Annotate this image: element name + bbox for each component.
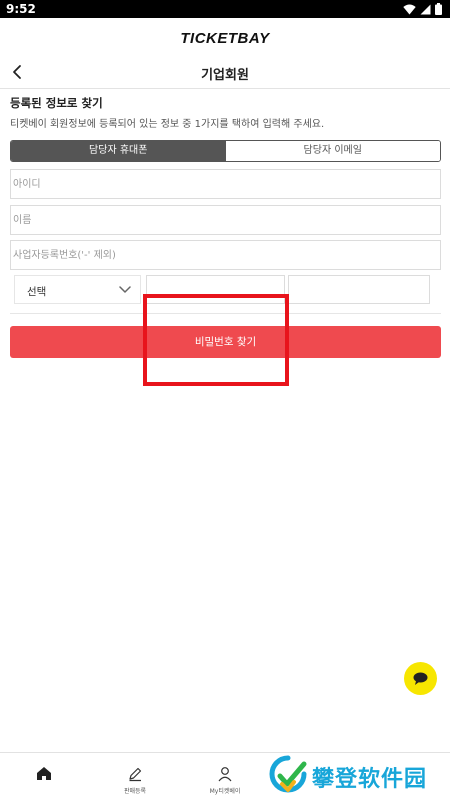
watermark-text: 攀登软件园 bbox=[312, 767, 428, 792]
phone-middle-input[interactable] bbox=[147, 276, 284, 303]
signal-icon bbox=[420, 4, 431, 14]
page-title: 기업회원 bbox=[201, 68, 249, 83]
status-time: 9:52 bbox=[6, 2, 36, 16]
watermark-logo-icon bbox=[269, 755, 307, 793]
ticketbay-logo[interactable]: TICKETBAY bbox=[0, 30, 450, 47]
watermark: 攀登软件园 bbox=[262, 752, 450, 800]
business-number-input[interactable] bbox=[11, 241, 440, 269]
name-field-wrapper bbox=[10, 205, 441, 235]
nav-sell-register[interactable]: 판매등록 bbox=[105, 753, 165, 800]
nav-label: 판매등록 bbox=[123, 788, 147, 795]
phone-last-field bbox=[288, 275, 430, 304]
title-bar: 기업회원 bbox=[0, 60, 450, 86]
status-bar: 9:52 bbox=[0, 0, 450, 18]
phone-last-input[interactable] bbox=[289, 276, 429, 303]
id-input[interactable] bbox=[11, 170, 440, 198]
chat-button[interactable] bbox=[404, 662, 437, 695]
phone-prefix-value: 선택 bbox=[27, 286, 47, 298]
user-icon bbox=[218, 767, 232, 782]
section-description: 티켓베이 회원정보에 등록되어 있는 정보 중 1가지를 택하여 입력해 주세요… bbox=[10, 119, 325, 130]
tab-manager-email[interactable]: 담당자 이메일 bbox=[225, 141, 440, 161]
business-number-field-wrapper bbox=[10, 240, 441, 270]
name-input[interactable] bbox=[11, 206, 440, 234]
chevron-down-icon bbox=[119, 286, 131, 293]
pencil-icon bbox=[129, 767, 142, 782]
home-icon bbox=[37, 767, 51, 780]
status-icons bbox=[403, 3, 442, 15]
divider bbox=[10, 313, 441, 314]
battery-icon bbox=[435, 3, 442, 15]
section-heading: 등록된 정보로 찾기 bbox=[10, 96, 103, 110]
search-method-tabs: 담당자 휴대폰 담당자 이메일 bbox=[10, 140, 441, 162]
divider bbox=[0, 88, 450, 89]
chat-bubble-icon bbox=[413, 672, 428, 685]
nav-my-ticketbay[interactable]: My티켓베이 bbox=[195, 753, 255, 800]
nav-home[interactable] bbox=[20, 753, 68, 800]
phone-middle-field bbox=[146, 275, 285, 304]
phone-prefix-select[interactable]: 선택 bbox=[14, 275, 141, 304]
id-field-wrapper bbox=[10, 169, 441, 199]
wifi-icon bbox=[403, 4, 416, 14]
find-password-button[interactable]: 비밀번호 찾기 bbox=[10, 326, 441, 358]
tab-manager-phone[interactable]: 담당자 휴대폰 bbox=[11, 141, 226, 161]
brand-bar: TICKETBAY bbox=[0, 18, 450, 60]
nav-label: My티켓베이 bbox=[209, 788, 241, 795]
